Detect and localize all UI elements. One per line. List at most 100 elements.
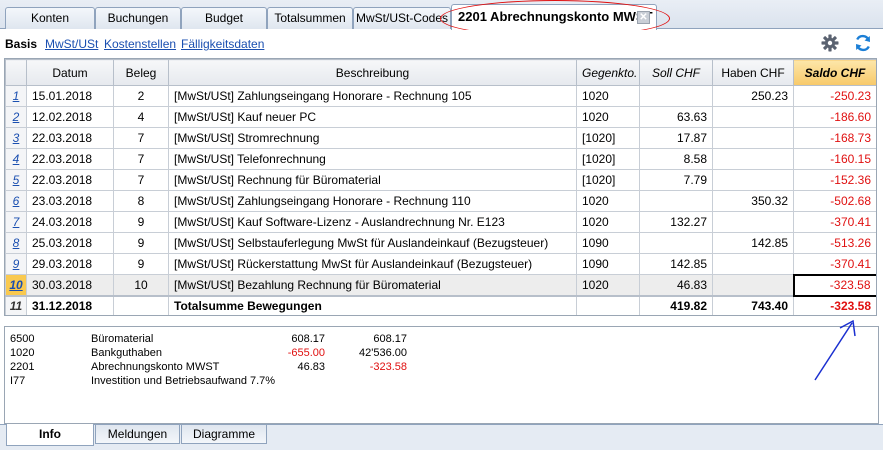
cell-datum[interactable]: 22.03.2018 [26,127,114,149]
row-number[interactable]: 11 [5,294,27,315]
tab-budget[interactable]: Budget [181,7,267,29]
cell-gegenkonto[interactable]: [1020] [576,169,640,191]
cell-saldo[interactable]: -323.58 [793,294,876,315]
cell-beschreibung[interactable]: Totalsumme Bewegungen [168,294,577,315]
cell-haben[interactable] [712,127,794,149]
cell-saldo[interactable]: -250.23 [793,85,876,107]
cell-soll[interactable] [639,190,713,212]
tab-totalsummen[interactable]: Totalsummen [267,7,353,29]
table-row[interactable]: 3 22.03.2018 7 [MwSt/USt] Stromrechnung … [5,127,876,149]
cell-gegenkonto[interactable]: 1020 [576,211,640,233]
cell-gegenkonto[interactable]: 1020 [576,190,640,212]
cell-gegenkonto[interactable]: 1020 [576,106,640,128]
cell-soll[interactable]: 17.87 [639,127,713,149]
cell-haben[interactable]: 350.32 [712,190,794,212]
cell-beschreibung[interactable]: [MwSt/USt] Kauf neuer PC [168,106,577,128]
cell-soll[interactable]: 46.83 [639,274,713,296]
tab-buchungen[interactable]: Buchungen [95,7,181,29]
cell-datum[interactable]: 23.03.2018 [26,190,114,212]
cell-datum[interactable]: 29.03.2018 [26,253,114,275]
cell-beleg[interactable]: 2 [113,85,169,107]
cell-beleg[interactable]: 8 [113,190,169,212]
row-number[interactable]: 3 [5,127,27,149]
header-datum[interactable]: Datum [26,59,114,86]
tab-info[interactable]: Info [6,424,94,446]
table-row[interactable]: 4 22.03.2018 7 [MwSt/USt] Telefonrechnun… [5,148,876,170]
cell-beleg[interactable]: 4 [113,106,169,128]
close-icon[interactable]: ✕ [637,11,650,24]
cell-haben[interactable] [712,274,794,296]
cell-soll[interactable]: 8.58 [639,148,713,170]
cell-beschreibung[interactable]: [MwSt/USt] Stromrechnung [168,127,577,149]
cell-beschreibung[interactable]: [MwSt/USt] Zahlungseingang Honorare - Re… [168,190,577,212]
subtab-kostenstellen[interactable]: Kostenstellen [104,37,176,51]
row-number[interactable]: 10 [5,274,27,296]
subtab-mwst[interactable]: MwSt/USt [45,37,98,51]
cell-saldo[interactable]: -160.15 [793,148,876,170]
cell-saldo[interactable]: -186.60 [793,106,876,128]
cell-soll[interactable]: 132.27 [639,211,713,233]
cell-haben[interactable] [712,169,794,191]
cell-soll[interactable]: 419.82 [639,294,713,315]
subtab-basis[interactable]: Basis [5,37,37,51]
table-row[interactable]: 8 25.03.2018 9 [MwSt/USt] Selbstauferleg… [5,232,876,254]
cell-soll[interactable] [639,232,713,254]
cell-datum[interactable]: 15.01.2018 [26,85,114,107]
header-beleg[interactable]: Beleg [113,59,169,86]
cell-beschreibung[interactable]: [MwSt/USt] Selbstauferlegung MwSt für Au… [168,232,577,254]
cell-soll[interactable] [639,85,713,107]
header-haben[interactable]: Haben CHF [712,59,794,86]
table-total-row[interactable]: 11 31.12.2018 Totalsumme Bewegungen 419.… [5,294,876,315]
cell-beschreibung[interactable]: [MwSt/USt] Bezahlung Rechnung für Büroma… [168,274,577,296]
cell-beschreibung[interactable]: [MwSt/USt] Zahlungseingang Honorare - Re… [168,85,577,107]
cell-gegenkonto[interactable]: [1020] [576,148,640,170]
table-row[interactable]: 1 15.01.2018 2 [MwSt/USt] Zahlungseingan… [5,85,876,107]
cell-soll[interactable]: 142.85 [639,253,713,275]
cell-beschreibung[interactable]: [MwSt/USt] Rechnung für Büromaterial [168,169,577,191]
cell-datum[interactable]: 31.12.2018 [26,294,114,315]
header-gegenkonto[interactable]: Gegenkto. [576,59,640,86]
cell-beleg[interactable]: 10 [113,274,169,296]
cell-beleg[interactable]: 9 [113,232,169,254]
cell-datum[interactable]: 25.03.2018 [26,232,114,254]
cell-gegenkonto[interactable] [576,294,640,315]
cell-haben[interactable]: 743.40 [712,294,794,315]
tab-mwst-codes[interactable]: MwSt/USt-Codes [353,7,451,29]
row-number[interactable]: 2 [5,106,27,128]
cell-beschreibung[interactable]: [MwSt/USt] Kauf Software-Lizenz - Auslan… [168,211,577,233]
cell-haben[interactable] [712,148,794,170]
row-number[interactable]: 4 [5,148,27,170]
header-beschreibung[interactable]: Beschreibung [168,59,577,86]
row-number[interactable]: 8 [5,232,27,254]
cell-beleg[interactable]: 7 [113,127,169,149]
tab-abrechnungskonto-mwst[interactable]: 2201 Abrechnungskonto MWST ✕ [451,4,657,30]
cell-saldo[interactable]: -502.68 [793,190,876,212]
cell-beleg[interactable]: 9 [113,253,169,275]
cell-haben[interactable]: 250.23 [712,85,794,107]
cell-soll[interactable]: 63.63 [639,106,713,128]
cell-datum[interactable]: 24.03.2018 [26,211,114,233]
table-row-selected[interactable]: 10 30.03.2018 10 [MwSt/USt] Bezahlung Re… [5,273,876,297]
refresh-icon[interactable] [853,33,873,53]
cell-soll[interactable]: 7.79 [639,169,713,191]
cell-saldo[interactable]: -370.41 [793,253,876,275]
subtab-faelligkeitsdaten[interactable]: Fälligkeitsdaten [181,37,264,51]
cell-beschreibung[interactable]: [MwSt/USt] Rückerstattung MwSt für Ausla… [168,253,577,275]
cell-saldo[interactable]: -152.36 [793,169,876,191]
tab-diagramme[interactable]: Diagramme [181,425,267,444]
cell-beleg[interactable] [113,294,169,315]
table-row[interactable]: 7 24.03.2018 9 [MwSt/USt] Kauf Software-… [5,211,876,233]
cell-haben[interactable]: 142.85 [712,232,794,254]
tab-konten[interactable]: Konten [5,7,95,29]
cell-datum[interactable]: 22.03.2018 [26,148,114,170]
cell-haben[interactable] [712,253,794,275]
row-number[interactable]: 1 [5,85,27,107]
cell-haben[interactable] [712,106,794,128]
gear-icon[interactable] [820,33,840,53]
cell-beschreibung[interactable]: [MwSt/USt] Telefonrechnung [168,148,577,170]
header-saldo[interactable]: Saldo CHF [793,59,876,86]
cell-saldo[interactable]: -168.73 [793,127,876,149]
cell-datum[interactable]: 12.02.2018 [26,106,114,128]
cell-datum[interactable]: 30.03.2018 [26,274,114,296]
cell-saldo[interactable]: -513.26 [793,232,876,254]
